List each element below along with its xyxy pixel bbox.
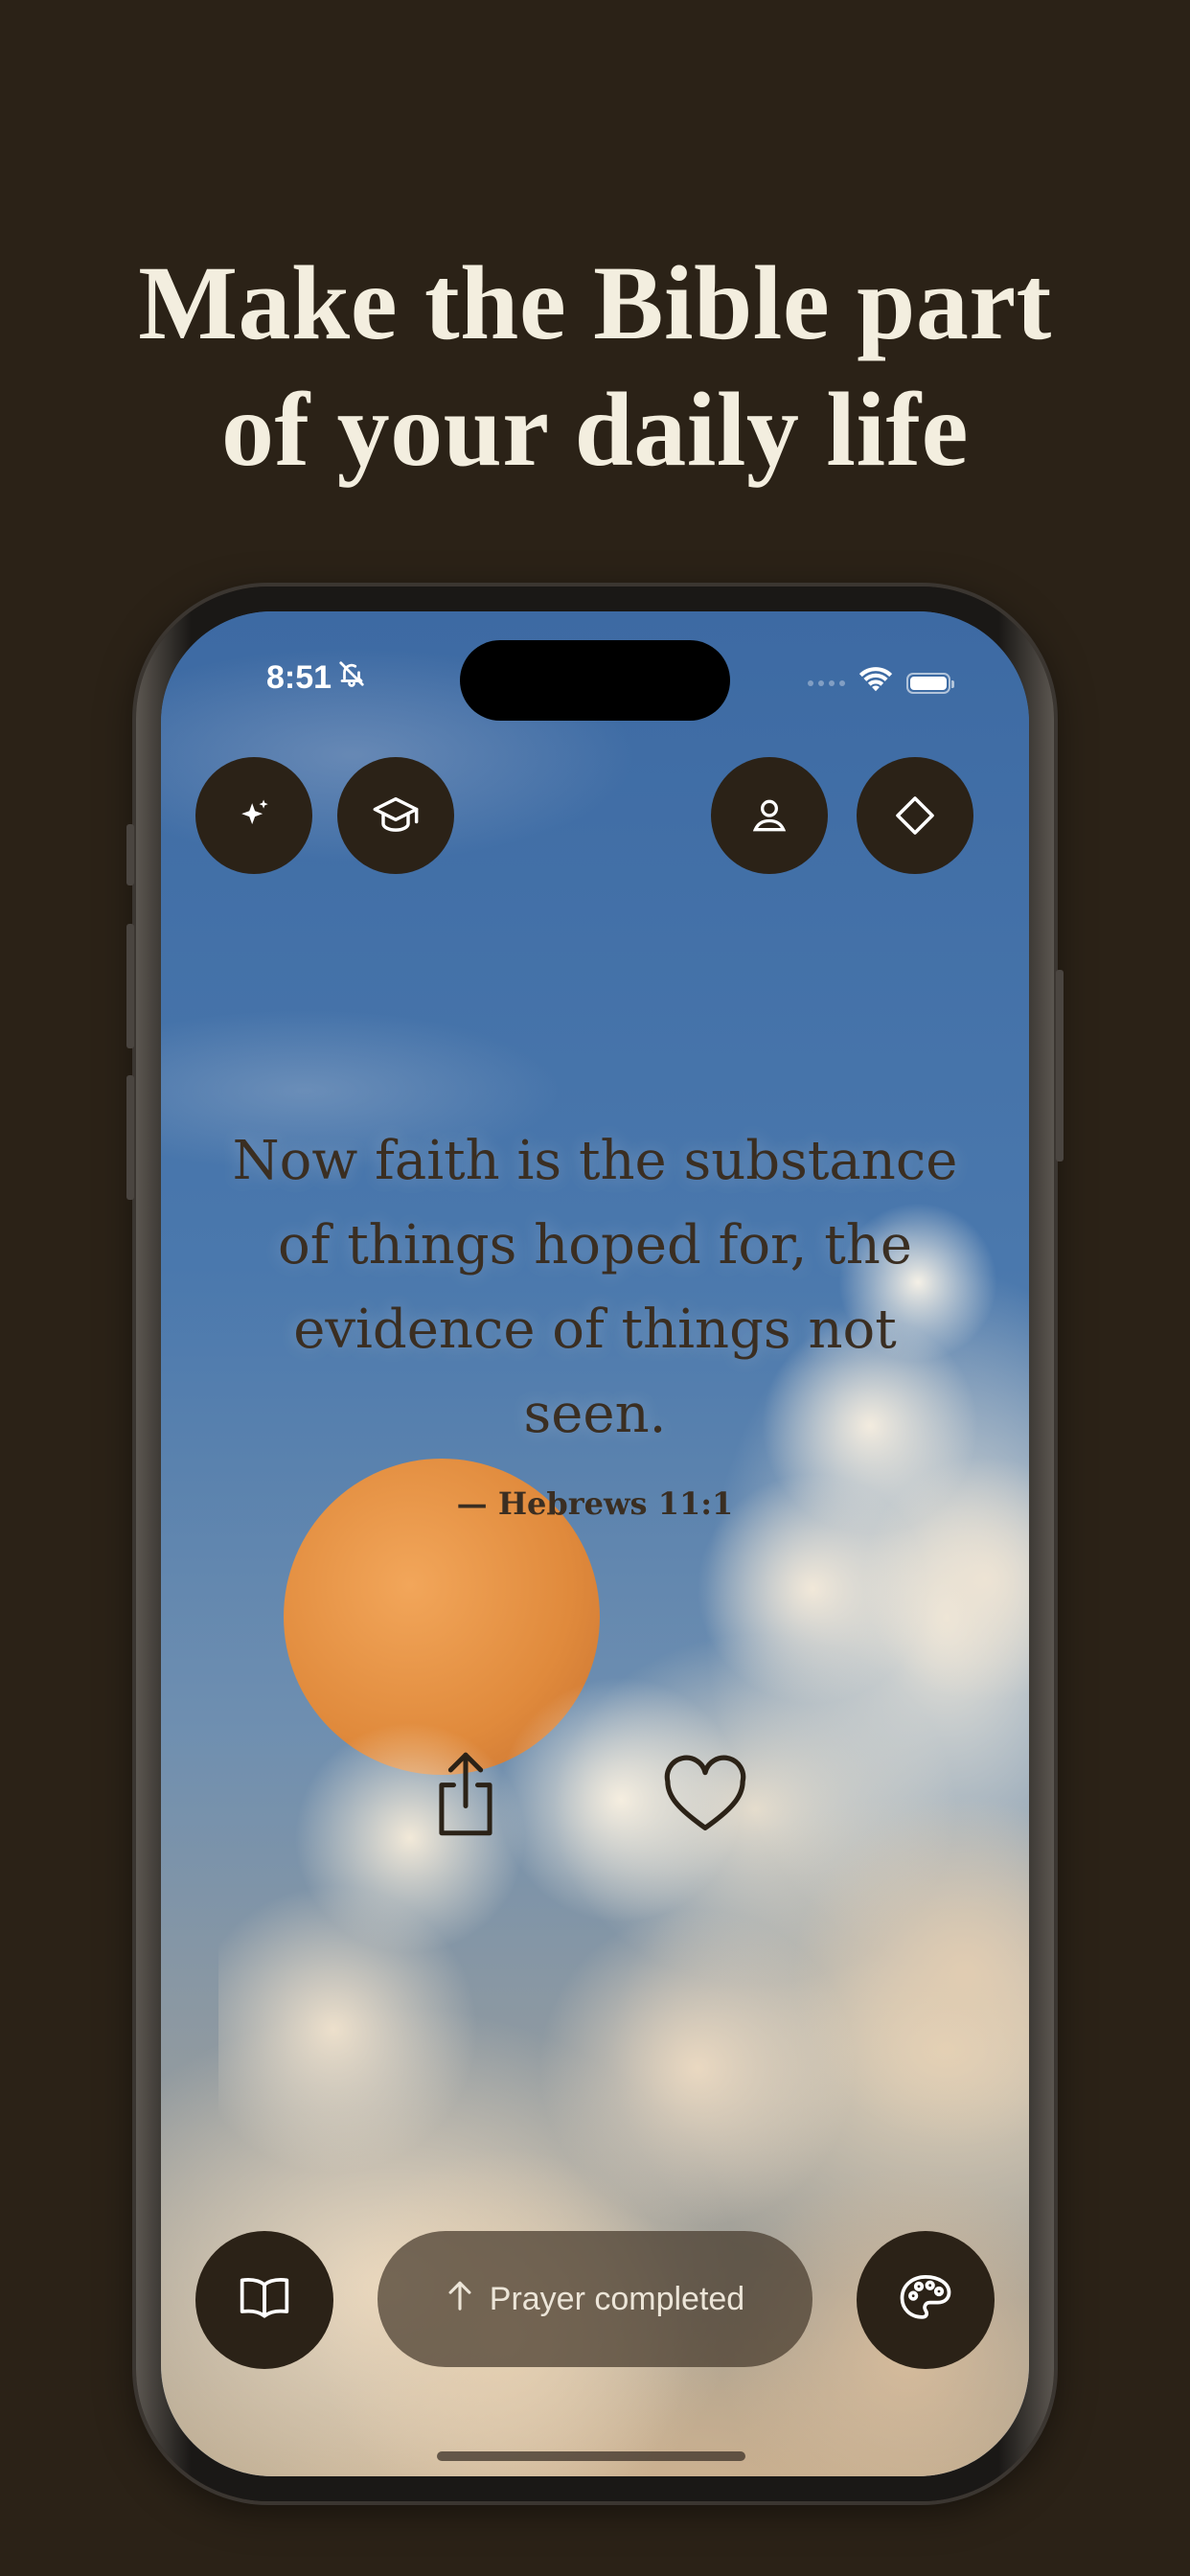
verse-line: evidence of things not bbox=[293, 1299, 897, 1361]
themes-button[interactable] bbox=[857, 2231, 995, 2369]
signal-icon bbox=[808, 679, 845, 686]
status-indicators bbox=[808, 667, 954, 699]
learn-button[interactable] bbox=[337, 757, 454, 874]
palette-icon bbox=[899, 2273, 952, 2328]
verse-text: Now faith is the substance of things hop… bbox=[218, 1119, 972, 1457]
volume-down-button bbox=[126, 1075, 134, 1200]
home-indicator[interactable] bbox=[437, 2451, 745, 2461]
headline-line-1: Make the Bible part bbox=[138, 244, 1052, 361]
verse-line: Now faith is the substance bbox=[232, 1130, 958, 1192]
headline-line-2: of your daily life bbox=[220, 371, 970, 488]
share-button[interactable] bbox=[420, 1750, 512, 1842]
prayer-completed-button[interactable]: Prayer completed bbox=[378, 2231, 812, 2367]
prayer-completed-label: Prayer completed bbox=[489, 2280, 745, 2317]
book-icon bbox=[238, 2275, 291, 2326]
sparkles-icon bbox=[233, 794, 275, 837]
volume-up-button bbox=[126, 924, 134, 1048]
premium-button[interactable] bbox=[857, 757, 973, 874]
person-icon bbox=[748, 794, 790, 837]
heart-icon bbox=[661, 1755, 749, 1838]
verse-line: seen. bbox=[523, 1383, 667, 1445]
sparkles-button[interactable] bbox=[195, 757, 312, 874]
battery-icon bbox=[906, 672, 954, 694]
diamond-icon bbox=[892, 793, 938, 839]
share-icon bbox=[429, 1749, 502, 1844]
verse-line: of things hoped for, the bbox=[278, 1214, 912, 1276]
phone-screen: 8:51 Now faith is the substance of thing… bbox=[161, 611, 1029, 2476]
status-time: 8:51 bbox=[266, 659, 366, 697]
action-button bbox=[126, 824, 134, 886]
arrow-up-icon bbox=[446, 2279, 474, 2320]
verse-reference: — Hebrews 11:1 bbox=[456, 1485, 734, 1522]
favorite-button[interactable] bbox=[659, 1750, 751, 1842]
status-time-text: 8:51 bbox=[266, 659, 332, 696]
dynamic-island bbox=[460, 640, 730, 721]
headline: Make the Bible part of your daily life bbox=[0, 240, 1190, 493]
phone-frame: 8:51 Now faith is the substance of thing… bbox=[126, 586, 1064, 2501]
profile-button[interactable] bbox=[711, 757, 828, 874]
graduation-cap-icon bbox=[371, 791, 421, 840]
bible-button[interactable] bbox=[195, 2231, 333, 2369]
wifi-icon bbox=[858, 667, 893, 699]
power-button bbox=[1056, 970, 1064, 1162]
bell-slash-icon bbox=[337, 659, 366, 697]
